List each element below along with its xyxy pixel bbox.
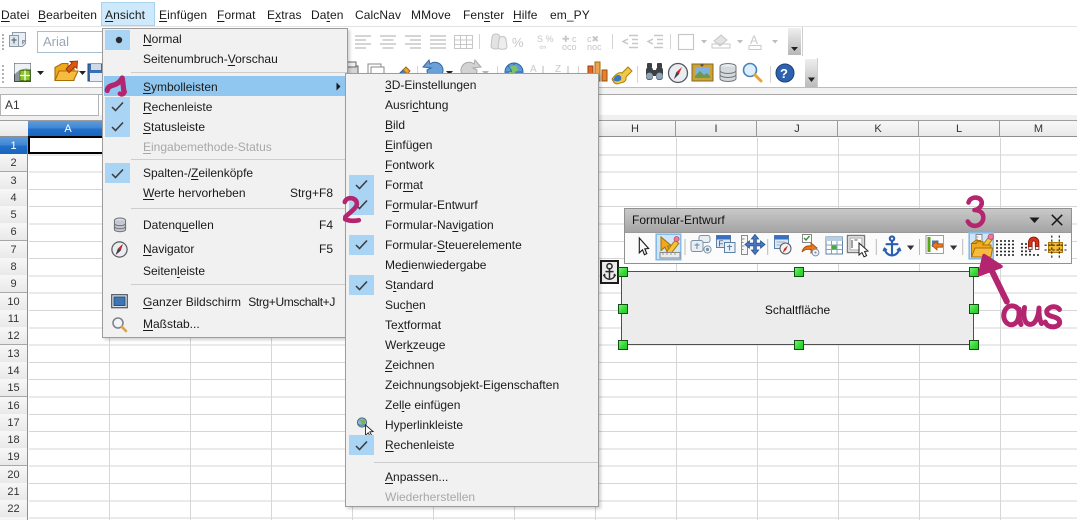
svg-text:noc: noc xyxy=(587,42,602,52)
svg-text:%: % xyxy=(512,35,524,50)
svg-text:oco: oco xyxy=(562,42,577,52)
svg-text:A: A xyxy=(750,33,758,47)
svg-text:⇦: ⇦ xyxy=(539,42,547,52)
svg-text:F: F xyxy=(719,240,724,249)
svg-text:Arial: Arial xyxy=(43,34,69,49)
svg-text:?: ? xyxy=(780,66,788,81)
